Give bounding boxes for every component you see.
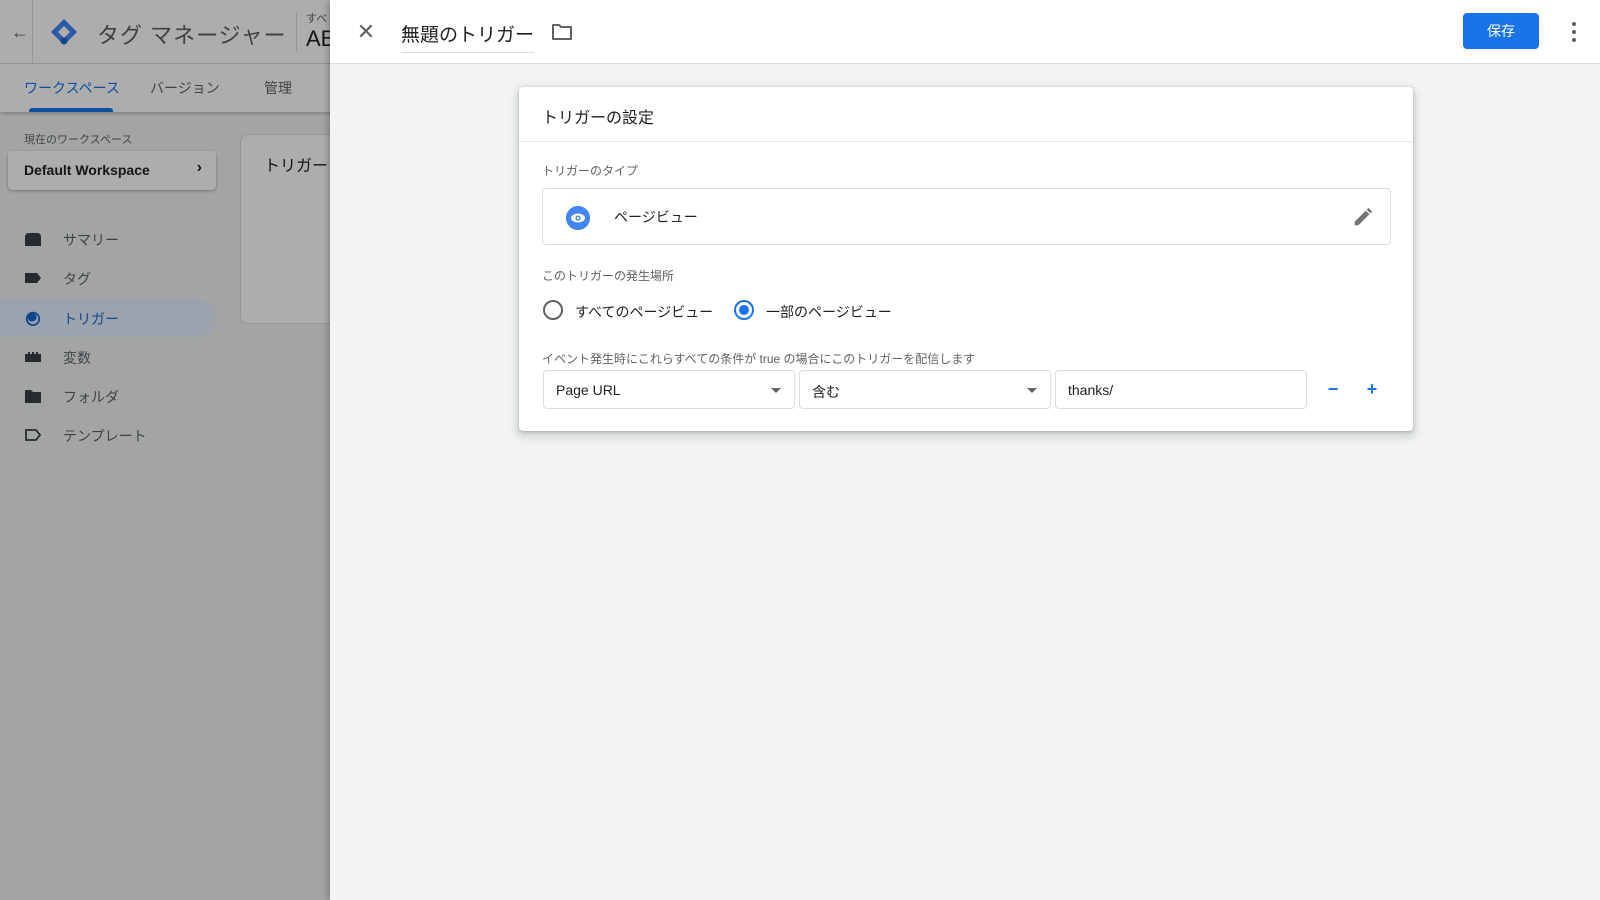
variable-select[interactable]: Page URL: [543, 370, 795, 409]
close-icon[interactable]: ✕: [352, 18, 380, 46]
variable-value: Page URL: [556, 382, 621, 398]
card-title: トリガーの設定: [542, 110, 655, 127]
radio-button[interactable]: [734, 300, 754, 320]
more-vert-icon[interactable]: [1562, 18, 1586, 46]
condition-value-input[interactable]: [1055, 370, 1307, 409]
trigger-editor-panel: ✕ 無題のトリガー 保存 トリガーの設定 トリガーのタイプ ページビュー このト…: [330, 0, 1600, 900]
radio-label: 一部のページビュー: [766, 304, 892, 320]
panel-header: ✕ 無題のトリガー 保存: [330, 0, 1600, 64]
eye-icon: [566, 206, 590, 230]
fire-on-label: このトリガーの発生場所: [542, 269, 675, 283]
pencil-icon[interactable]: [1352, 206, 1374, 228]
operator-value: 含む: [812, 384, 840, 400]
trigger-name-field[interactable]: 無題のトリガー: [401, 20, 535, 53]
operator-select[interactable]: 含む: [799, 370, 1051, 409]
add-condition-button[interactable]: +: [1360, 377, 1384, 401]
radio-button[interactable]: [543, 300, 563, 320]
trigger-type-selector[interactable]: ページビュー: [542, 188, 1391, 245]
radio-label: すべてのページビュー: [575, 304, 714, 320]
save-button[interactable]: 保存: [1463, 13, 1539, 49]
dropdown-arrow-icon: [1027, 388, 1037, 393]
trigger-config-card: トリガーの設定 トリガーのタイプ ページビュー このトリガーの発生場所 すべての…: [519, 87, 1413, 431]
dropdown-arrow-icon: [771, 388, 781, 393]
folder-icon[interactable]: [550, 20, 574, 44]
trigger-type-name: ページビュー: [614, 209, 698, 225]
remove-condition-button[interactable]: −: [1321, 377, 1345, 401]
card-divider: [519, 141, 1413, 142]
trigger-type-label: トリガーのタイプ: [542, 164, 639, 178]
condition-label: イベント発生時にこれらすべての条件が true の場合にこのトリガーを配信します: [542, 352, 976, 366]
